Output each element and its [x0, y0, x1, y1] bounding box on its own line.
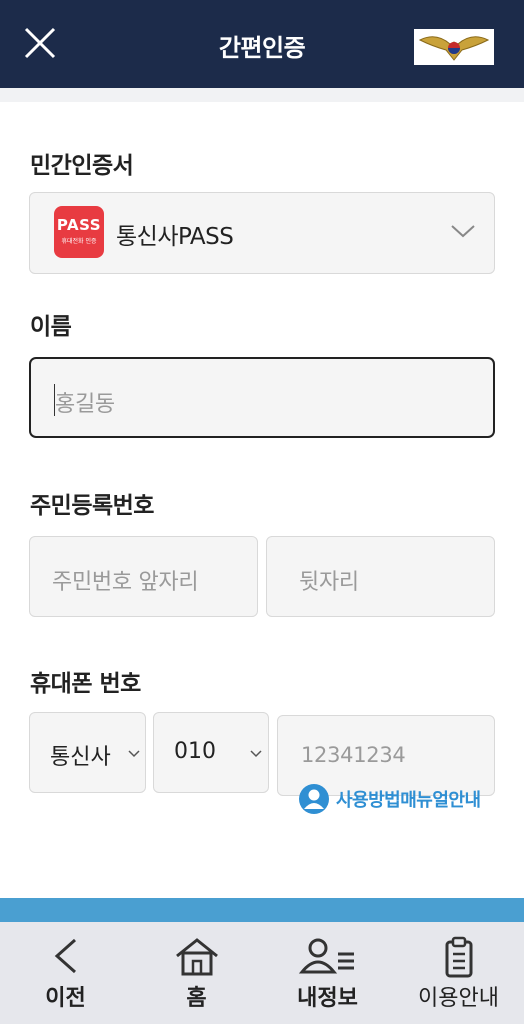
cert-select[interactable]: PASS 휴대전화 인증 통신사PASS [29, 192, 495, 274]
name-placeholder: 홍길동 [55, 392, 115, 417]
rrn-label: 주민등록번호 [30, 493, 154, 519]
pass-logo: PASS 휴대전화 인증 [54, 206, 104, 258]
user-circle-icon [299, 784, 329, 814]
name-label: 이름 [30, 314, 72, 340]
tab-profile[interactable]: 내정보 [262, 922, 393, 1024]
chevron-down-icon [451, 225, 475, 238]
name-input[interactable]: 홍길동 [29, 357, 495, 438]
carrier-value: 통신사 [50, 745, 111, 770]
cert-label: 민간인증서 [30, 153, 134, 179]
footer-accent-bar [0, 898, 524, 922]
carrier-select[interactable]: 통신사 [29, 712, 146, 793]
home-icon [175, 938, 218, 976]
tab-back-label: 이전 [45, 986, 86, 1011]
tab-home[interactable]: 홈 [131, 922, 262, 1024]
bottom-tab-bar: 이전 홈 내정보 이용안내 [0, 922, 524, 1024]
manual-link[interactable]: 사용방법매뉴얼안내 [298, 784, 481, 814]
rrn-front-placeholder: 주민번호 앞자리 [52, 570, 199, 595]
phone-label: 휴대폰 번호 [30, 671, 141, 697]
cert-selected-value: 통신사PASS [116, 224, 234, 250]
tab-back[interactable]: 이전 [0, 922, 131, 1024]
tab-guide[interactable]: 이용안내 [393, 922, 524, 1024]
pass-logo-text: PASS [56, 216, 102, 234]
tab-profile-label: 내정보 [297, 986, 358, 1011]
profile-icon [298, 938, 354, 974]
manual-link-text: 사용방법매뉴얼안내 [336, 790, 481, 811]
prefix-value: 010 [174, 739, 216, 764]
clipboard-icon [445, 936, 472, 978]
back-icon [54, 938, 76, 974]
app-header: 간편인증 [0, 0, 524, 88]
police-emblem-logo [414, 29, 494, 65]
chevron-down-icon [250, 750, 262, 758]
prefix-select[interactable]: 010 [153, 712, 269, 793]
tab-guide-label: 이용안내 [418, 986, 499, 1011]
chevron-down-icon [128, 750, 140, 758]
pass-logo-subtext: 휴대전화 인증 [61, 238, 97, 245]
tab-home-label: 홈 [186, 986, 207, 1011]
header-divider [0, 88, 524, 102]
rrn-back-input[interactable]: 뒷자리 [266, 536, 495, 617]
phone-number-placeholder: 12341234 [301, 743, 406, 767]
rrn-front-input[interactable]: 주민번호 앞자리 [29, 536, 258, 617]
rrn-back-placeholder: 뒷자리 [299, 570, 359, 595]
